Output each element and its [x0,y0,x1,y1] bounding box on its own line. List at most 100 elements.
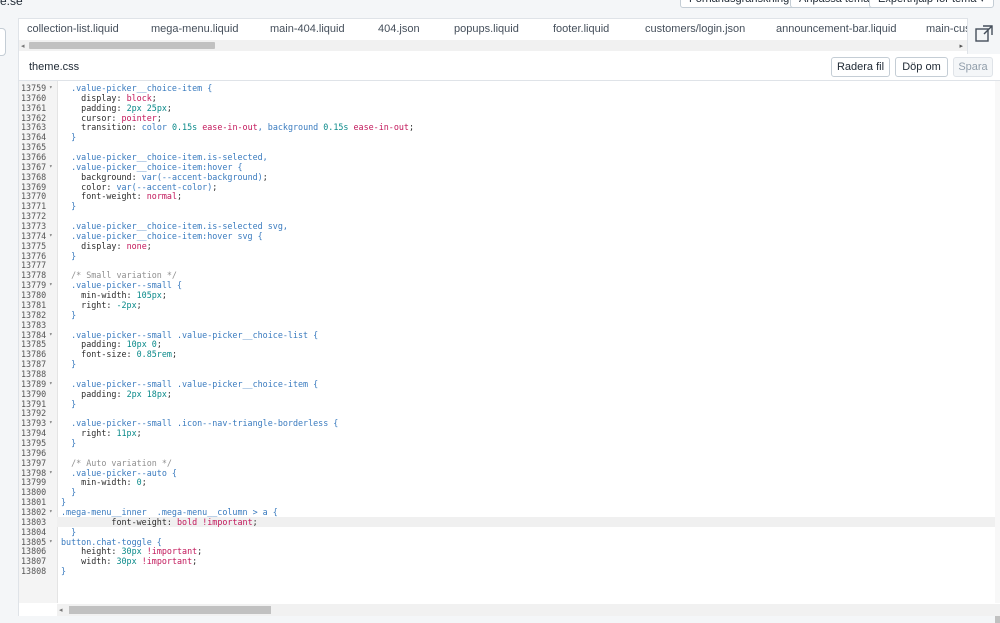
code-line[interactable]: 13784 ▾ .value-picker--small .value-picke… [19,330,995,340]
code-line[interactable]: 13800 } [19,487,995,497]
save-button[interactable]: Spara [953,57,993,77]
file-name: theme.css [29,61,80,73]
code-line[interactable]: 13792 [19,408,995,418]
tabs-scrollbar-thumb[interactable] [29,42,215,49]
code-line[interactable]: 13767 ▾ .value-picker__choice-item:hover … [19,162,995,172]
code-line[interactable]: 13772 [19,211,995,221]
customize-theme-button[interactable]: Anpassa tema [790,0,879,8]
code-line[interactable]: 13790 padding: 2px 18px; [19,389,995,399]
code-line[interactable]: 13802 ▾ .mega-menu__inner .mega-menu__colu… [19,507,995,517]
code-line[interactable]: 13763 transition: color 0.15s ease-in-ou… [19,122,995,132]
fold-arrow-icon[interactable]: ▾ [49,83,53,93]
sidebar-toggle[interactable] [0,28,6,56]
fold-arrow-icon[interactable]: ▾ [49,162,53,172]
code-line[interactable]: 13770 font-weight: normal; [19,191,995,201]
expert-help-button[interactable]: Experthjälp för tema ▾ [869,0,995,8]
tab-404-json[interactable]: 404.json [378,23,420,35]
code-line[interactable]: 13795 } [19,438,995,448]
tab-customers-login[interactable]: customers/login.json [645,23,745,35]
code-line[interactable]: 13774 ▾ .value-picker__choice-item:hover … [19,231,995,241]
code-line[interactable]: 13806 height: 30px !important; [19,546,995,556]
code-line[interactable]: 13766 .value-picker__choice-item.is-sele… [19,152,995,162]
code-line[interactable]: 13779 ▾ .value-picker--small { [19,280,995,290]
fold-arrow-icon[interactable]: ▾ [49,379,53,389]
code-line[interactable]: 13801} [19,497,995,507]
code-line[interactable]: 13760 display: block; [19,93,995,103]
code-line[interactable]: 13776 } [19,251,995,261]
code-line[interactable]: 13787 } [19,359,995,369]
tab-main-customer[interactable]: main-cust [926,23,967,35]
line-number: 13796 [21,447,47,458]
code-line[interactable]: 13780 min-width: 105px; [19,290,995,300]
code-line[interactable]: 13761 padding: 2px 25px; [19,103,995,113]
code-text: } [61,437,77,448]
tab-popups[interactable]: popups.liquid [454,23,519,35]
fold-arrow-icon[interactable]: ▾ [49,280,53,290]
code-line[interactable]: 13796 [19,448,995,458]
tab-mega-menu[interactable]: mega-menu.liquid [151,23,238,35]
fold-arrow-icon[interactable]: ▾ [49,507,53,517]
code-text: } [61,132,77,143]
code-line[interactable]: 13764 } [19,132,995,142]
code-line[interactable]: 13773 .value-picker__choice-item.is-sele… [19,221,995,231]
code-line[interactable]: 13805 ▾ button.chat-toggle { [19,537,995,547]
code-text: } [61,398,77,409]
code-line[interactable]: 13778 /* Small variation */ [19,270,995,280]
tab-collection-list[interactable]: collection-list.liquid [27,23,119,35]
code-line[interactable]: 13775 display: none; [19,241,995,251]
code-text: } [61,359,77,370]
preview-button[interactable]: Förhandsgranskning [680,0,799,8]
code-line[interactable]: 13777 [19,260,995,270]
code-text: padding: 2px 25px; [81,102,172,113]
code-line[interactable]: 13782 } [19,310,995,320]
code-text: font-weight: normal; [81,191,183,202]
code-line[interactable]: 13785 padding: 10px 0; [19,339,995,349]
line-number: 13800 [21,487,47,498]
code-line[interactable]: 13765 [19,142,995,152]
horizontal-scrollbar-thumb[interactable] [69,606,271,614]
tab-announcement-bar[interactable]: announcement-bar.liquid [776,23,896,35]
code-line[interactable]: 13808} [19,566,995,576]
arrow-left-icon[interactable]: ◂ [21,42,25,50]
fold-arrow-icon[interactable]: ▾ [49,231,53,241]
code-line[interactable]: 13789 ▾ .value-picker--small .value-picke… [19,379,995,389]
expand-icon[interactable] [975,25,993,43]
code-line[interactable]: 13803 font-weight: bold !important; [19,517,995,527]
horizontal-scrollbar[interactable]: ◂ [57,604,1000,616]
line-number: 13769 [21,181,47,192]
code-line[interactable]: 13807 width: 30px !important; [19,556,995,566]
code-line[interactable]: 13769 color: var(--accent-color); [19,182,995,192]
code-area[interactable]: 13759 ▾ .value-picker__choice-item {13760… [19,81,995,603]
code-text: } [61,487,77,498]
code-text: /* Auto variation */ [61,457,172,468]
code-line[interactable]: 13798 ▾ .value-picker--auto { [19,468,995,478]
rename-button[interactable]: Döp om [895,57,948,77]
arrow-right-icon[interactable]: ▸ [959,42,963,50]
delete-file-button[interactable]: Radera fil [831,57,890,77]
code-line[interactable]: 13768 background: var(--accent-backgroun… [19,172,995,182]
code-line[interactable]: 13788 [19,369,995,379]
code-line[interactable]: 13799 min-width: 0; [19,477,995,487]
code-line[interactable]: 13786 font-size: 0.85rem; [19,349,995,359]
code-line[interactable]: 13762 cursor: pointer; [19,113,995,123]
code-line[interactable]: 13804 } [19,527,995,537]
tabs-scrollbar[interactable]: ◂ ▸ [19,40,967,51]
code-line[interactable]: 13791 } [19,399,995,409]
fold-arrow-icon[interactable]: ▾ [49,468,53,478]
line-number: 13776 [21,250,47,261]
code-line[interactable]: 13783 [19,320,995,330]
code-line[interactable]: 13794 right: 11px; [19,428,995,438]
tab-footer[interactable]: footer.liquid [553,23,609,35]
tab-main-404[interactable]: main-404.liquid [270,23,345,35]
fold-arrow-icon[interactable]: ▾ [49,418,53,428]
code-line[interactable]: 13781 right: -2px; [19,300,995,310]
code-line[interactable]: 13771 } [19,201,995,211]
line-number: 13778 [21,270,47,281]
vertical-scrollbar[interactable] [995,81,1000,623]
code-line[interactable]: 13797 /* Auto variation */ [19,458,995,468]
fold-arrow-icon[interactable]: ▾ [49,330,53,340]
code-line[interactable]: 13759 ▾ .value-picker__choice-item { [19,83,995,93]
arrow-left-icon[interactable]: ◂ [59,606,63,614]
fold-arrow-icon[interactable]: ▾ [49,537,53,547]
code-line[interactable]: 13793 ▾ .value-picker--small .icon--nav-t… [19,418,995,428]
